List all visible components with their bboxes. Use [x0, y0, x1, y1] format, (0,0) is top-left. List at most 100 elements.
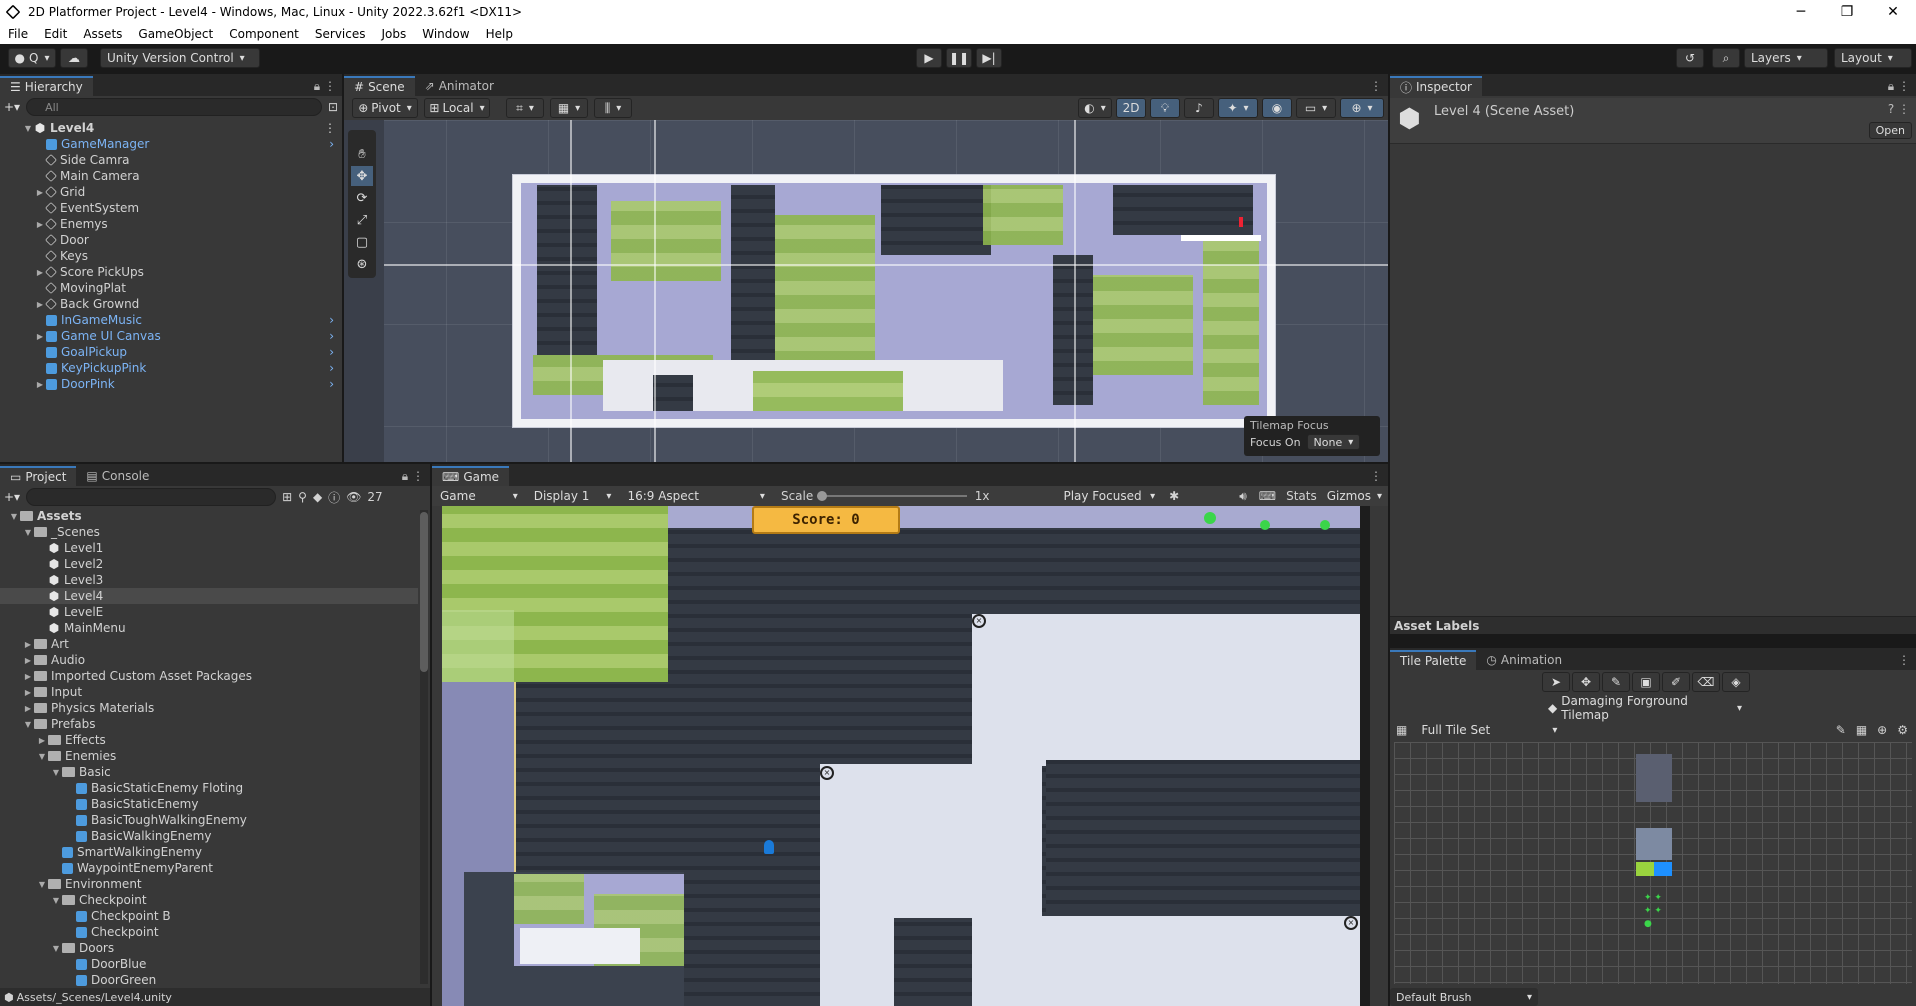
- project-tree-item[interactable]: ▼ Environment: [0, 876, 418, 892]
- hierarchy-item[interactable]: GoalPickup ›: [0, 344, 342, 360]
- stats-button[interactable]: Stats: [1286, 489, 1317, 503]
- project-tree-item[interactable]: BasicToughWalkingEnemy: [0, 812, 418, 828]
- brush-dropdown[interactable]: Default Brush: [1390, 988, 1538, 1006]
- mute-audio-icon[interactable]: 🔊︎: [1239, 489, 1247, 504]
- pause-button[interactable]: ❚❚: [946, 48, 972, 68]
- hierarchy-item[interactable]: Main Camera: [0, 168, 342, 184]
- menu-gameobject[interactable]: GameObject: [130, 27, 221, 41]
- align-icon[interactable]: ⫼: [594, 98, 632, 118]
- active-tilemap-dropdown[interactable]: ◆ Damaging Forground Tilemap: [1542, 694, 1748, 722]
- scene-viewport[interactable]: ✋︎ ✥ ⟳ ⤢ ▢ ⊛ Tilemap Focus Focus On None…: [344, 120, 1388, 462]
- open-prefab-chevron-icon[interactable]: ›: [329, 377, 334, 391]
- lock-icon[interactable]: 🔒︎ ⋮: [308, 76, 342, 96]
- game-mode-dropdown[interactable]: Game: [434, 486, 524, 506]
- add-asset-button[interactable]: +▾: [4, 490, 20, 504]
- hierarchy-item[interactable]: ▶ DoorPink ›: [0, 376, 342, 392]
- tile-palette-grid[interactable]: ✦ ✦ ✦ ✦ ●: [1394, 742, 1912, 984]
- project-tree-item[interactable]: Checkpoint B: [0, 908, 418, 924]
- project-tree-item[interactable]: Checkpoint: [0, 924, 418, 940]
- game-viewport[interactable]: × × × Score: 0: [442, 506, 1370, 1006]
- pivot-dropdown[interactable]: ⊕ Pivot: [352, 98, 418, 118]
- project-tree-item[interactable]: ▼ _Scenes: [0, 524, 418, 540]
- expand-arrow-icon[interactable]: ▼: [22, 528, 34, 537]
- local-dropdown[interactable]: ⊞ Local: [424, 98, 490, 118]
- hierarchy-item[interactable]: ▶ Grid: [0, 184, 342, 200]
- tile-swatch[interactable]: [1654, 862, 1672, 876]
- project-tree-item[interactable]: ▼ Assets: [0, 508, 418, 524]
- project-tree-item[interactable]: WaypointEnemyParent: [0, 860, 418, 876]
- hierarchy-item[interactable]: ▶ Enemys: [0, 216, 342, 232]
- box-fill-icon[interactable]: ▣: [1632, 672, 1660, 692]
- bug-icon[interactable]: ✱: [1169, 489, 1179, 503]
- menu-file[interactable]: File: [0, 27, 36, 41]
- version-control-dropdown[interactable]: Unity Version Control: [100, 48, 260, 68]
- lock-icon[interactable]: 🔒︎ ⋮: [1882, 76, 1916, 96]
- expand-arrow-icon[interactable]: ▼: [36, 880, 48, 889]
- tile-swatch[interactable]: [1636, 862, 1654, 876]
- tab-console[interactable]: ▤ Console: [76, 466, 159, 486]
- expand-arrow-icon[interactable]: ▼: [36, 752, 48, 761]
- project-tree-item[interactable]: ▼ Checkpoint: [0, 892, 418, 908]
- project-scrollbar[interactable]: [420, 510, 428, 984]
- expand-arrow-icon[interactable]: ▶: [22, 688, 34, 697]
- layers-dropdown[interactable]: Layers: [1744, 48, 1828, 68]
- menu-component[interactable]: Component: [221, 27, 307, 41]
- more-options-icon[interactable]: ⋮: [1892, 650, 1916, 670]
- expand-arrow-icon[interactable]: ▶: [34, 220, 46, 229]
- expand-arrow-icon[interactable]: ▶: [22, 672, 34, 681]
- snap-increment-icon[interactable]: ⌗: [506, 98, 544, 118]
- menu-jobs[interactable]: Jobs: [374, 27, 415, 41]
- hierarchy-item[interactable]: EventSystem: [0, 200, 342, 216]
- scene-visibility-toggle-icon[interactable]: ◉: [1262, 98, 1292, 118]
- hierarchy-item[interactable]: ▶ Game UI Canvas ›: [0, 328, 342, 344]
- display-dropdown[interactable]: Display 1: [528, 486, 618, 506]
- select-tool-icon[interactable]: ➤: [1542, 672, 1570, 692]
- help-icon[interactable]: ? ⋮: [1888, 102, 1910, 116]
- rotate-tool-icon[interactable]: ⟳: [351, 188, 373, 208]
- gizmos-dropdown[interactable]: Gizmos: [1321, 486, 1388, 506]
- project-tree-item[interactable]: ⬢ LevelE: [0, 604, 418, 620]
- hierarchy-search-input[interactable]: All: [26, 98, 322, 116]
- effects-icon[interactable]: ✦: [1218, 98, 1258, 118]
- tab-animator[interactable]: ⇗ Animator: [415, 76, 504, 96]
- project-tree-item[interactable]: ▼ Basic: [0, 764, 418, 780]
- more-options-icon[interactable]: ⋮: [1364, 76, 1388, 96]
- expand-arrow-icon[interactable]: ▶: [22, 640, 34, 649]
- label-icon[interactable]: ◆: [313, 490, 322, 504]
- expand-arrow-icon[interactable]: ▶: [34, 300, 46, 309]
- scale-tool-icon[interactable]: ⤢: [351, 210, 373, 230]
- expand-arrow-icon[interactable]: ▶: [34, 268, 46, 277]
- project-search-input[interactable]: [26, 488, 277, 506]
- step-button[interactable]: ▶|: [976, 48, 1002, 68]
- scene-visibility-icon[interactable]: ⊡: [328, 100, 338, 114]
- project-tree-item[interactable]: ⬢ Level2: [0, 556, 418, 572]
- hand-tool-icon[interactable]: ✋︎: [351, 144, 373, 164]
- project-tree-item[interactable]: ▶ Physics Materials: [0, 700, 418, 716]
- edit-palette-icon[interactable]: ✎: [1836, 723, 1846, 737]
- add-button[interactable]: +▾: [4, 100, 20, 114]
- hierarchy-item[interactable]: Door: [0, 232, 342, 248]
- fill-bucket-icon[interactable]: ◈: [1722, 672, 1750, 692]
- search-by-type-icon[interactable]: ⊞: [282, 490, 292, 504]
- lighting-icon[interactable]: 💡︎: [1150, 98, 1180, 118]
- transform-tool-icon[interactable]: ⊛: [351, 254, 373, 274]
- hidden-count-icon[interactable]: 👁︎: [346, 490, 361, 504]
- expand-arrow-icon[interactable]: ▼: [8, 512, 20, 521]
- tab-project[interactable]: ▭ Project: [0, 466, 77, 486]
- expand-arrow-icon[interactable]: ▼: [50, 768, 62, 777]
- expand-arrow-icon[interactable]: ▶: [34, 380, 46, 389]
- tile-swatch[interactable]: [1636, 828, 1672, 860]
- lock-icon[interactable]: 🔒︎ ⋮: [396, 466, 430, 486]
- project-tree-item[interactable]: ⬢ Level4: [0, 588, 418, 604]
- project-tree-item[interactable]: ▶ Audio: [0, 652, 418, 668]
- open-prefab-chevron-icon[interactable]: ›: [329, 361, 334, 375]
- draw-mode-icon[interactable]: ◐: [1078, 98, 1112, 118]
- play-button[interactable]: ▶: [916, 48, 942, 68]
- expand-arrow-icon[interactable]: ▼: [50, 896, 62, 905]
- hierarchy-item[interactable]: InGameMusic ›: [0, 312, 342, 328]
- undo-history-icon[interactable]: ↺: [1676, 48, 1704, 68]
- search-icon[interactable]: ⌕: [1712, 48, 1740, 68]
- project-tree-item[interactable]: ▼ Enemies: [0, 748, 418, 764]
- open-prefab-chevron-icon[interactable]: ›: [329, 345, 334, 359]
- picker-icon[interactable]: ✐: [1662, 672, 1690, 692]
